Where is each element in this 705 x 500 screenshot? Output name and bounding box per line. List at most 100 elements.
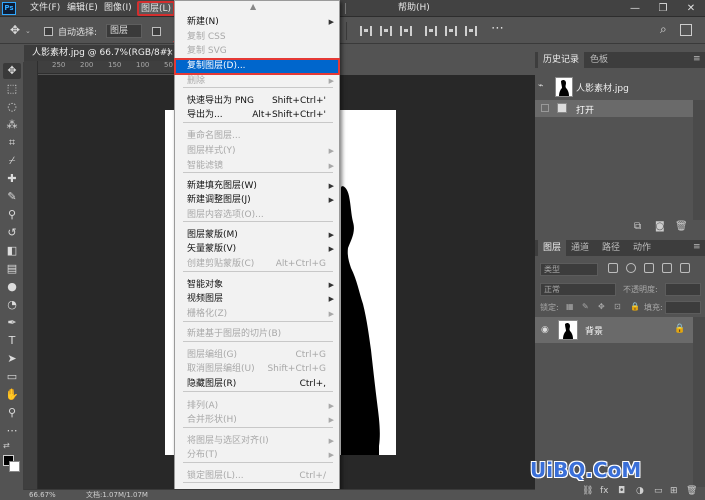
marquee-tool-icon[interactable]: ⬚ xyxy=(3,81,21,97)
align-vcenter-icon[interactable] xyxy=(380,26,392,36)
workspace-icon[interactable] xyxy=(680,24,692,36)
lock-position-icon[interactable]: ✥ xyxy=(598,302,605,311)
layer-menu-item[interactable]: 栅格化(Z) ▶ xyxy=(175,307,339,322)
auto-select-target-select[interactable]: 图层 xyxy=(106,24,142,38)
history-step-checkbox[interactable] xyxy=(541,104,549,112)
opacity-input[interactable] xyxy=(665,283,701,296)
layer-style-icon[interactable]: fx xyxy=(600,486,609,496)
layer-menu-item[interactable]: 取消图层编组(U) Shift+Ctrl+G xyxy=(175,362,339,377)
lock-transparent-icon[interactable]: ▦ xyxy=(566,302,574,311)
tab-layers[interactable]: 图层 xyxy=(538,240,567,256)
lasso-tool-icon[interactable]: ◌ xyxy=(3,99,21,115)
layer-filter-select[interactable]: 类型 xyxy=(540,263,598,276)
new-layer-icon[interactable]: ⊞ xyxy=(670,486,678,496)
new-document-from-state-icon[interactable]: ⧉ xyxy=(634,221,641,232)
layer-menu-item[interactable]: 复制 SVG xyxy=(175,44,339,59)
more-tools-icon[interactable]: ⋯ xyxy=(3,423,21,439)
lock-artboard-icon[interactable]: ⊡ xyxy=(614,302,621,311)
filter-shape-icon[interactable] xyxy=(662,263,672,273)
layers-scrollbar[interactable] xyxy=(693,317,705,487)
eyedropper-tool-icon[interactable]: ⌿ xyxy=(3,153,21,169)
layer-menu-item[interactable]: 新建填充图层(W) ▶ xyxy=(175,179,339,194)
fill-input[interactable] xyxy=(665,301,701,314)
tab-history[interactable]: 历史记录 xyxy=(538,52,585,68)
tab-swatches[interactable]: 色板 xyxy=(585,52,613,68)
eye-icon[interactable]: ◉ xyxy=(541,325,549,335)
zoom-tool-icon[interactable]: ⚲ xyxy=(3,405,21,421)
lock-image-icon[interactable]: ✎ xyxy=(582,302,589,311)
menu-file[interactable]: 文件(F) xyxy=(30,0,60,17)
layer-menu-item[interactable]: 导出为... Alt+Shift+Ctrl+' xyxy=(175,108,339,123)
filter-pixel-icon[interactable] xyxy=(608,263,618,273)
layer-menu-item[interactable]: 视频图层 ▶ xyxy=(175,292,339,307)
brush-tool-icon[interactable]: ✎ xyxy=(3,189,21,205)
layer-menu-item[interactable]: 快速导出为 PNG Shift+Ctrl+' xyxy=(175,94,339,109)
menu-edit[interactable]: 编辑(E) xyxy=(67,0,98,17)
tab-channels[interactable]: 通道 xyxy=(566,240,594,256)
filter-type-icon[interactable] xyxy=(644,263,654,273)
minimize-icon[interactable]: — xyxy=(621,0,649,17)
align-left-icon[interactable] xyxy=(425,26,437,36)
filter-adjustment-icon[interactable] xyxy=(626,263,636,273)
layer-menu-item[interactable]: 图层蒙版(M) ▶ xyxy=(175,228,339,243)
eraser-tool-icon[interactable]: ◧ xyxy=(3,243,21,259)
align-right-icon[interactable] xyxy=(465,26,477,36)
layer-menu-item[interactable]: 创建剪贴蒙版(C) Alt+Ctrl+G xyxy=(175,257,339,272)
new-group-icon[interactable]: ▭ xyxy=(654,486,663,496)
layer-menu-item[interactable]: 隐藏图层(R) Ctrl+, xyxy=(175,377,339,392)
hand-tool-icon[interactable]: ✋ xyxy=(3,387,21,403)
stamp-tool-icon[interactable]: ⚲ xyxy=(3,207,21,223)
background-color-swatch[interactable] xyxy=(9,461,20,472)
history-brush-source-icon[interactable]: ⌁ xyxy=(538,81,543,91)
magic-wand-tool-icon[interactable]: ⁂ xyxy=(3,117,21,133)
pen-tool-icon[interactable]: ✒ xyxy=(3,315,21,331)
filter-smart-object-icon[interactable] xyxy=(680,263,690,273)
layer-menu-item[interactable]: 图层样式(Y) ▶ xyxy=(175,144,339,159)
gradient-tool-icon[interactable]: ▤ xyxy=(3,261,21,277)
zoom-level[interactable]: 66.67% xyxy=(29,490,56,500)
tab-paths[interactable]: 路径 xyxy=(597,240,625,256)
tab-actions[interactable]: 动作 xyxy=(628,240,656,256)
auto-select-checkbox[interactable] xyxy=(44,27,53,36)
blend-mode-select[interactable]: 正常 xyxy=(540,283,616,296)
layer-menu-item[interactable]: 复制 CSS xyxy=(175,30,339,45)
layer-menu-item[interactable]: 图层编组(G) Ctrl+G xyxy=(175,348,339,363)
add-mask-icon[interactable]: ◘ xyxy=(618,486,625,496)
layer-menu-item[interactable]: 重命名图层... xyxy=(175,129,339,144)
align-bottom-icon[interactable] xyxy=(400,26,412,36)
align-top-icon[interactable] xyxy=(360,26,372,36)
menu-help[interactable]: 帮助(H) xyxy=(398,0,430,17)
layer-menu-item[interactable]: 智能对象 ▶ xyxy=(175,278,339,293)
layers-panel-menu-icon[interactable]: ≡ xyxy=(693,242,701,252)
layer-menu-item[interactable]: 将图层与选区对齐(I) ▶ xyxy=(175,434,339,449)
move-tool-icon[interactable]: ✥ xyxy=(3,63,21,79)
history-panel-menu-icon[interactable]: ≡ xyxy=(693,54,701,64)
layer-menu-item[interactable]: 分布(T) ▶ xyxy=(175,448,339,463)
lock-all-icon[interactable]: 🔒 xyxy=(630,302,640,311)
tool-preset-caret-icon[interactable]: ⌄ xyxy=(25,27,31,35)
delete-layer-icon[interactable]: 🗑 xyxy=(686,486,697,496)
layer-menu-item[interactable]: 合并形状(H) ▶ xyxy=(175,413,339,428)
show-transform-checkbox[interactable] xyxy=(152,27,161,36)
layer-menu-item[interactable]: 新建调整图层(J) ▶ xyxy=(175,193,339,208)
layer-menu-item[interactable]: 复制图层(D)... xyxy=(174,58,340,75)
layer-menu-item[interactable]: 新建基于图层的切片(B) xyxy=(175,327,339,342)
healing-tool-icon[interactable]: ✚ xyxy=(3,171,21,187)
menu-image[interactable]: 图像(I) xyxy=(104,0,132,17)
crop-tool-icon[interactable]: ⌗ xyxy=(3,135,21,151)
type-tool-icon[interactable]: T xyxy=(3,333,21,349)
layer-menu-item[interactable]: 新建(N) ▶ xyxy=(175,15,339,30)
new-adjustment-icon[interactable]: ◑ xyxy=(636,486,644,496)
history-brush-tool-icon[interactable]: ↺ xyxy=(3,225,21,241)
trash-icon[interactable]: 🗑 xyxy=(675,221,688,232)
path-select-tool-icon[interactable]: ➤ xyxy=(3,351,21,367)
restore-icon[interactable]: ❐ xyxy=(649,0,677,17)
menu-layer[interactable]: 图层(L) xyxy=(137,1,176,16)
search-icon[interactable]: ⌕ xyxy=(660,22,667,37)
close-window-icon[interactable]: ✕ xyxy=(677,0,705,17)
blur-tool-icon[interactable]: ● xyxy=(3,279,21,295)
swap-colors-icon[interactable]: ⇄ xyxy=(3,441,10,450)
document-tab[interactable]: 人影素材.jpg @ 66.7%(RGB/8#) xyxy=(24,45,179,61)
layer-menu-item[interactable]: 矢量蒙版(V) ▶ xyxy=(175,242,339,257)
scroll-up-icon[interactable]: ▲ xyxy=(250,2,256,11)
